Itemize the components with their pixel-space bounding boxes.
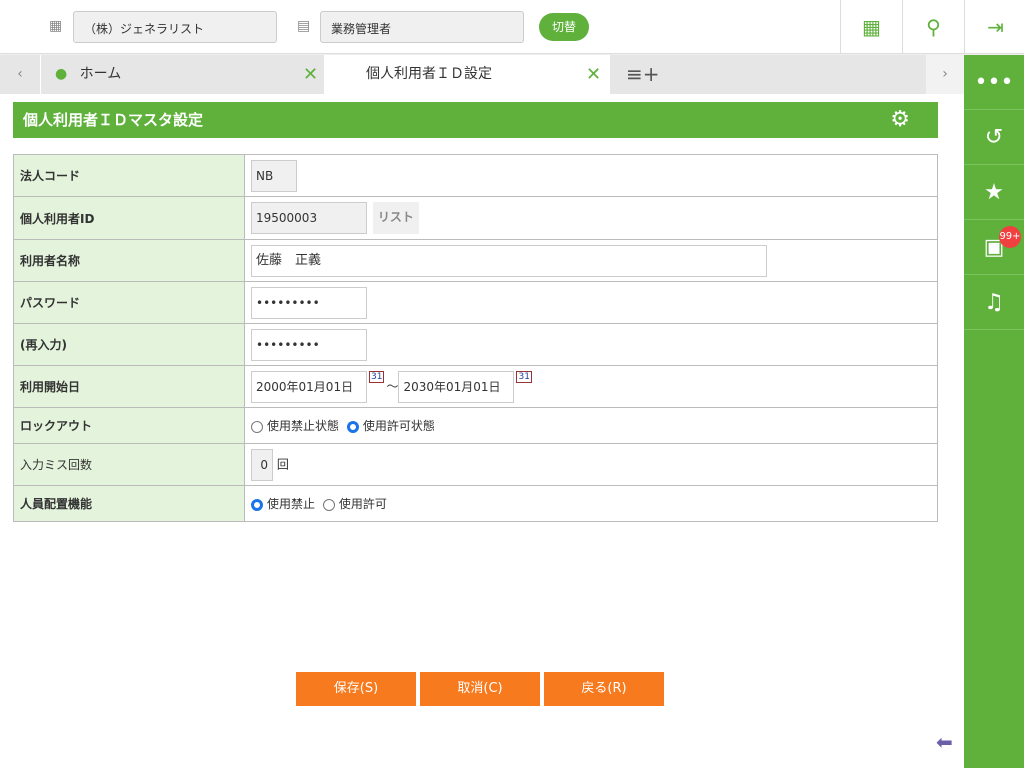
bell-icon[interactable]: ♫ <box>964 275 1024 330</box>
row-corp-code: 法人コード NB <box>13 154 938 197</box>
row-user-name: 利用者名称 佐藤 正義 <box>13 239 938 282</box>
label: 人員配置機能 <box>13 485 245 522</box>
label: 個人利用者ID <box>13 196 245 240</box>
gear-icon[interactable]: ⚙ <box>890 102 910 138</box>
lockout-disabled-radio[interactable] <box>251 420 263 433</box>
radio-label: 使用許可 <box>338 497 387 511</box>
row-start-date: 利用開始日 2000年01月01日31～ 2030年01月01日31 <box>13 365 938 408</box>
tab-scroll-right[interactable]: › <box>926 55 964 94</box>
list-button[interactable]: リスト <box>372 202 419 234</box>
cancel-button[interactable]: 取消(C) <box>420 672 540 706</box>
row-staffing: 人員配置機能 使用禁止 使用許可 <box>13 485 938 522</box>
close-icon[interactable]: ✕ <box>586 55 601 94</box>
label: 利用者名称 <box>13 239 245 282</box>
switch-button[interactable]: 切替 <box>539 13 589 41</box>
end-date-input[interactable]: 2030年01月01日 <box>398 370 515 403</box>
page-title-bar: 個人利用者ＩＤマスタ設定 ⚙ <box>13 102 938 138</box>
right-sidebar: ••• ↺ ★ ▣ 99+ ♫ <box>964 55 1024 768</box>
staffing-enabled-radio[interactable] <box>322 498 335 511</box>
save-button[interactable]: 保存(S) <box>296 672 416 706</box>
calendar-icon[interactable]: 31 <box>369 370 385 383</box>
staffing-disabled-radio[interactable] <box>251 498 263 511</box>
tab-bar: ‹ ● ホーム ✕ 個人利用者ＩＤ設定 ✕ ≡+ › <box>0 55 964 94</box>
row-input-errors: 入力ミス回数 0 回 <box>13 443 938 486</box>
collapse-arrow-icon[interactable]: ⬅ <box>936 730 953 754</box>
tab-user-id-settings[interactable]: 個人利用者ＩＤ設定 ✕ <box>324 55 610 94</box>
building-icon: ▦ <box>49 18 63 34</box>
tab-label: ホーム <box>79 66 122 82</box>
password-confirm-input[interactable]: ••••••••• <box>251 328 367 361</box>
unit-label: 回 <box>276 457 289 471</box>
label: (再入力) <box>13 323 245 366</box>
add-tab-icon[interactable]: ≡+ <box>626 55 660 94</box>
tab-scroll-left[interactable]: ‹ <box>0 55 40 94</box>
range-separator: ～ <box>386 379 399 393</box>
label: 入力ミス回数 <box>13 443 245 486</box>
row-password-confirm: (再入力) ••••••••• <box>13 323 938 366</box>
row-password: パスワード ••••••••• <box>13 281 938 324</box>
tab-home[interactable]: ● ホーム ✕ <box>40 55 324 94</box>
back-button[interactable]: 戻る(R) <box>544 672 664 706</box>
search-icon[interactable]: ⚲ <box>902 0 964 54</box>
start-date-input[interactable]: 2000年01月01日 <box>251 370 367 403</box>
label: ロックアウト <box>13 407 245 444</box>
inbox-icon[interactable]: ▣ 99+ <box>964 220 1024 275</box>
settings-form: 法人コード NB 個人利用者ID 19500003 リスト 利用者名称 佐藤 正… <box>13 154 938 522</box>
role-field[interactable]: 業務管理者 <box>320 11 524 43</box>
radio-label: 使用禁止 <box>267 497 316 511</box>
star-icon[interactable]: ★ <box>964 165 1024 220</box>
corp-code-field: NB <box>251 159 297 192</box>
error-count-field: 0 <box>251 448 273 481</box>
row-user-id: 個人利用者ID 19500003 リスト <box>13 196 938 240</box>
user-id-field: 19500003 <box>251 202 367 234</box>
history-icon[interactable]: ↺ <box>964 110 1024 165</box>
tab-label: 個人利用者ＩＤ設定 <box>366 66 492 82</box>
pin-icon: ● <box>55 66 68 82</box>
label: パスワード <box>13 281 245 324</box>
close-icon[interactable]: ✕ <box>303 55 318 94</box>
row-lockout: ロックアウト 使用禁止状態 使用許可状態 <box>13 407 938 444</box>
company-field[interactable]: （株）ジェネラリスト <box>73 11 277 43</box>
lockout-enabled-radio[interactable] <box>346 420 359 433</box>
logout-icon[interactable]: ⇥ <box>964 0 1024 54</box>
clipboard-icon: ▤ <box>297 18 311 34</box>
top-bar: ▦ （株）ジェネラリスト ▤ 業務管理者 切替 ▦ ⚲ ⇥ <box>0 0 1024 54</box>
radio-label: 使用禁止状態 <box>267 419 340 433</box>
user-name-input[interactable]: 佐藤 正義 <box>251 244 767 277</box>
more-icon[interactable]: ••• <box>964 55 1024 110</box>
radio-label: 使用許可状態 <box>362 419 435 433</box>
label: 利用開始日 <box>13 365 245 408</box>
label: 法人コード <box>13 154 245 197</box>
apps-grid-icon[interactable]: ▦ <box>840 0 902 54</box>
calendar-icon[interactable]: 31 <box>516 370 532 383</box>
password-input[interactable]: ••••••••• <box>251 286 367 319</box>
notification-badge: 99+ <box>999 226 1021 248</box>
page-title: 個人利用者ＩＤマスタ設定 <box>23 111 204 129</box>
